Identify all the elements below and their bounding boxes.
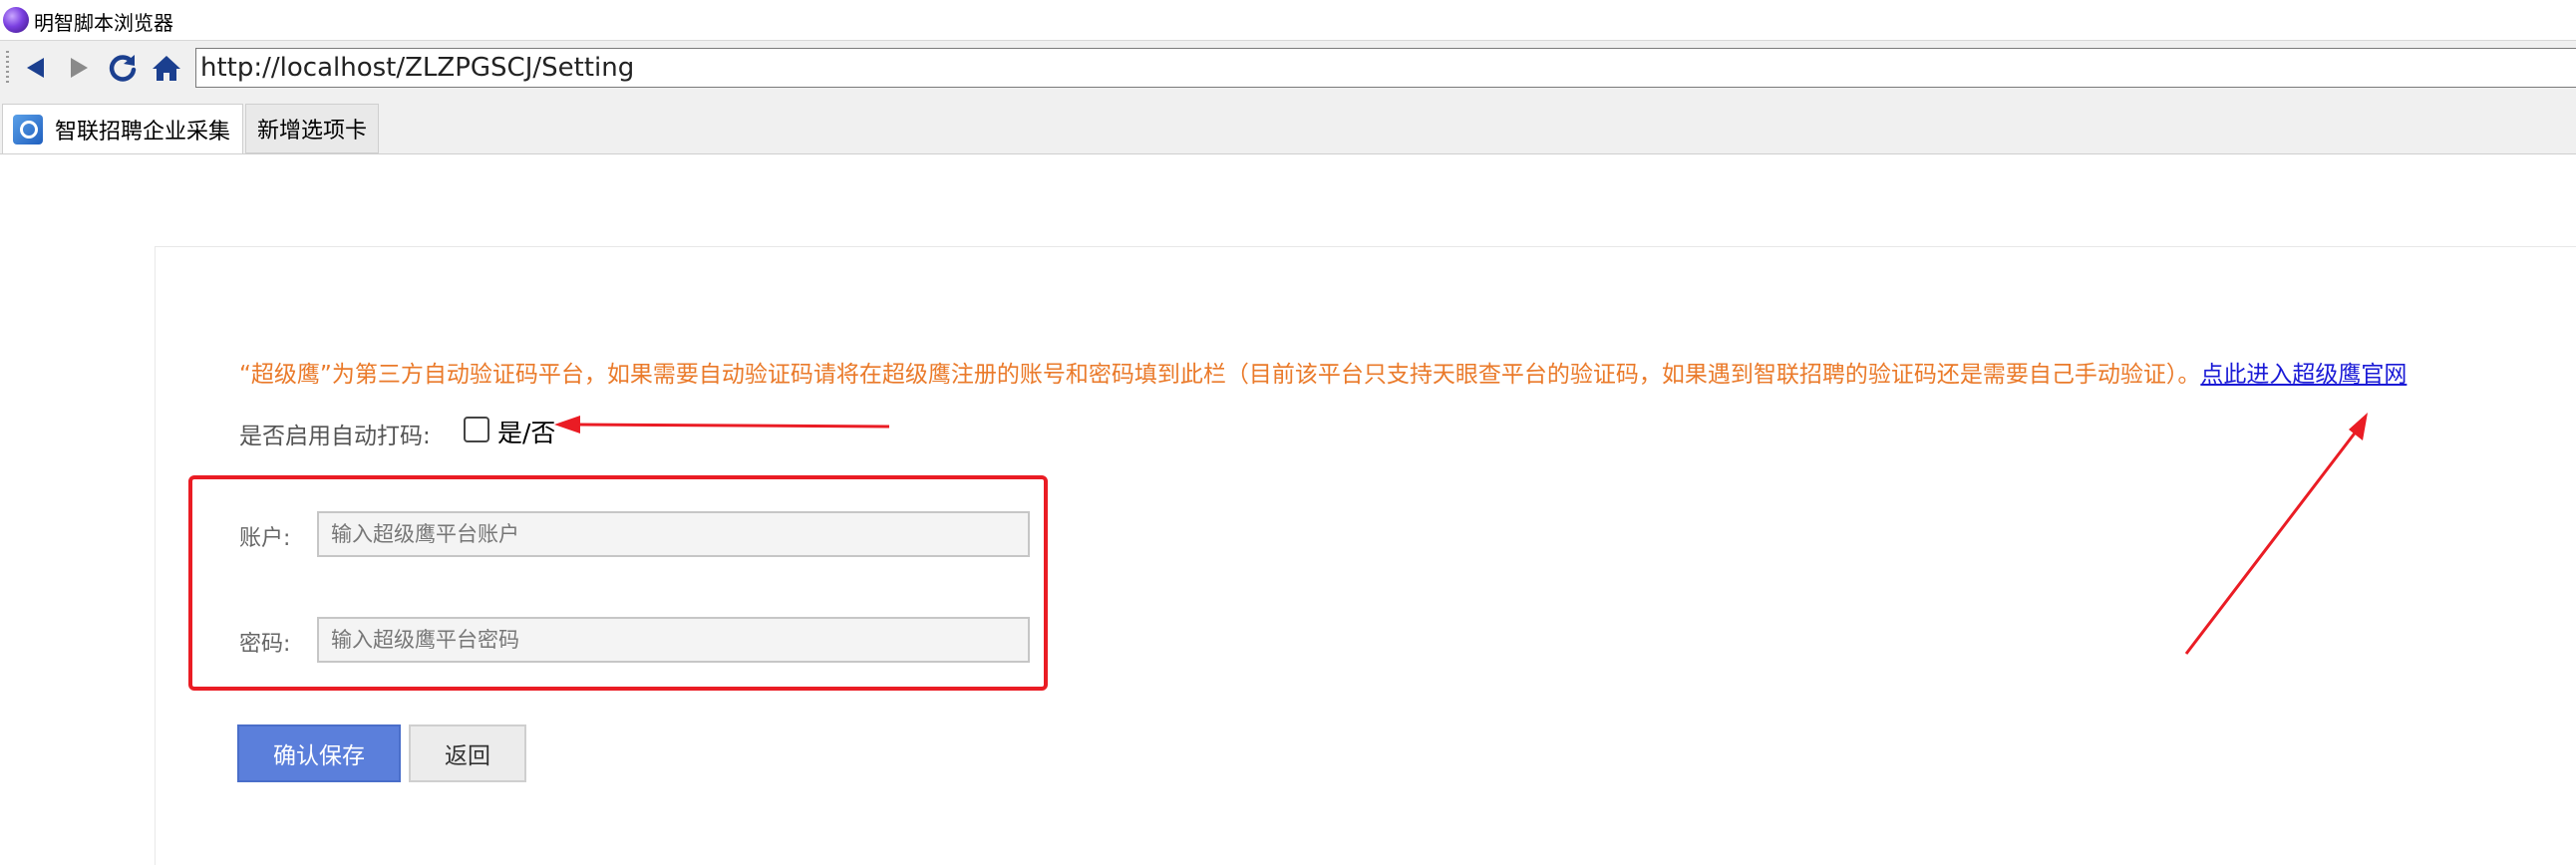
- window-title-bar: 明智脚本浏览器: [0, 0, 2576, 40]
- notice-text: “超级鹰”为第三方自动验证码平台，如果需要自动验证码请将在超级鹰注册的账号和密码…: [239, 362, 2201, 388]
- account-label: 账户:: [239, 526, 291, 551]
- tab-strip: 智联招聘企业采集 新增选项卡: [0, 96, 2576, 154]
- tab-label: 智联招聘企业采集: [55, 119, 231, 144]
- forward-button[interactable]: [62, 51, 96, 85]
- home-icon: [153, 56, 180, 81]
- tab-new[interactable]: 新增选项卡: [245, 104, 379, 153]
- password-label: 密码:: [239, 632, 291, 657]
- chaojiying-site-link[interactable]: 点此进入超级鹰官网: [2200, 362, 2407, 388]
- save-button[interactable]: 确认保存: [237, 724, 401, 782]
- url-input[interactable]: [195, 48, 2576, 88]
- refresh-icon: [109, 55, 137, 82]
- auto-captcha-label: 是否启用自动打码:: [239, 424, 431, 449]
- back-button[interactable]: [18, 51, 52, 85]
- window-title: 明智脚本浏览器: [34, 11, 173, 35]
- account-input[interactable]: [317, 511, 1030, 557]
- home-button[interactable]: [150, 51, 183, 85]
- search-page-icon: [13, 114, 43, 144]
- navigation-bar: [0, 40, 2576, 97]
- auto-captcha-toggle-text: 是/否: [497, 419, 556, 447]
- captcha-notice: “超级鹰”为第三方自动验证码平台，如果需要自动验证码请将在超级鹰注册的账号和密码…: [239, 355, 2407, 389]
- tab-zhilian-collect[interactable]: 智联招聘企业采集: [2, 104, 243, 153]
- forward-icon: [71, 58, 88, 78]
- toolbar-grip: [6, 51, 9, 85]
- password-input[interactable]: [317, 617, 1030, 663]
- refresh-button[interactable]: [106, 51, 140, 85]
- auto-captcha-checkbox[interactable]: [464, 417, 489, 442]
- back-button-page[interactable]: 返回: [409, 724, 526, 782]
- back-icon: [27, 58, 44, 78]
- app-orb-icon: [3, 7, 29, 33]
- tab-label: 新增选项卡: [256, 119, 367, 144]
